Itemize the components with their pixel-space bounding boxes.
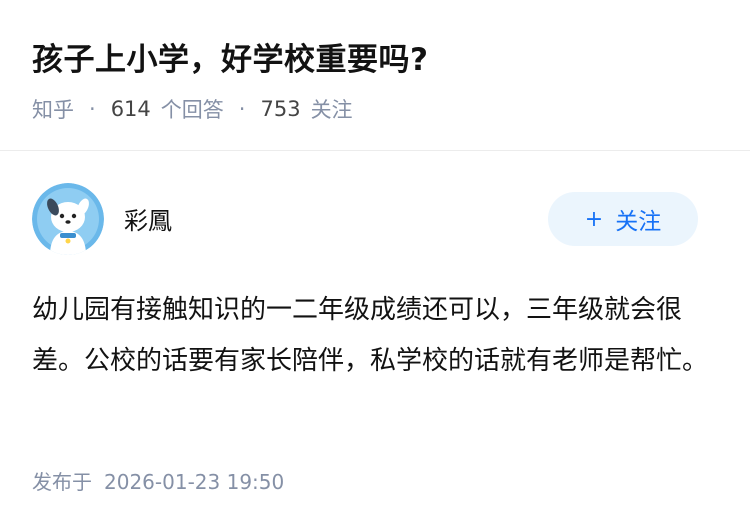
follow-button[interactable]: + 关注 xyxy=(548,192,698,246)
question-title[interactable]: 孩子上小学，好学校重要吗? xyxy=(32,34,428,79)
meta-separator: · xyxy=(238,97,246,121)
follower-count-label[interactable]: 关注 xyxy=(311,94,353,124)
cartoon-dog-avatar-icon xyxy=(32,183,104,255)
answer-author-row: 彩鳳 + 关注 xyxy=(32,183,698,255)
meta-separator: · xyxy=(89,97,96,121)
avatar[interactable] xyxy=(32,183,104,255)
follow-label: 关注 xyxy=(615,209,662,235)
publish-time: 2026-01-23 19:50 xyxy=(104,470,285,494)
answer-count-label[interactable]: 个回答 xyxy=(161,94,224,124)
question-header: 孩子上小学，好学校重要吗? 知乎 · 614 个回答 · 753 关注 xyxy=(0,0,750,150)
follower-count: 753 xyxy=(260,97,301,121)
answer-body[interactable]: 幼儿园有接触知识的一二年级成绩还可以，三年级就会很差。公校的话要有家长陪伴，私学… xyxy=(32,285,708,387)
publish-label: 发布于 xyxy=(32,470,92,494)
section-divider xyxy=(0,150,750,151)
answer-count: 614 xyxy=(110,97,151,121)
question-meta: 知乎 · 614 个回答 · 753 关注 xyxy=(32,94,353,124)
source-label[interactable]: 知乎 xyxy=(32,94,74,124)
author-name[interactable]: 彩鳳 xyxy=(124,201,172,236)
publish-info: 发布于 2026-01-23 19:50 xyxy=(32,466,284,495)
plus-icon: + xyxy=(584,206,604,232)
